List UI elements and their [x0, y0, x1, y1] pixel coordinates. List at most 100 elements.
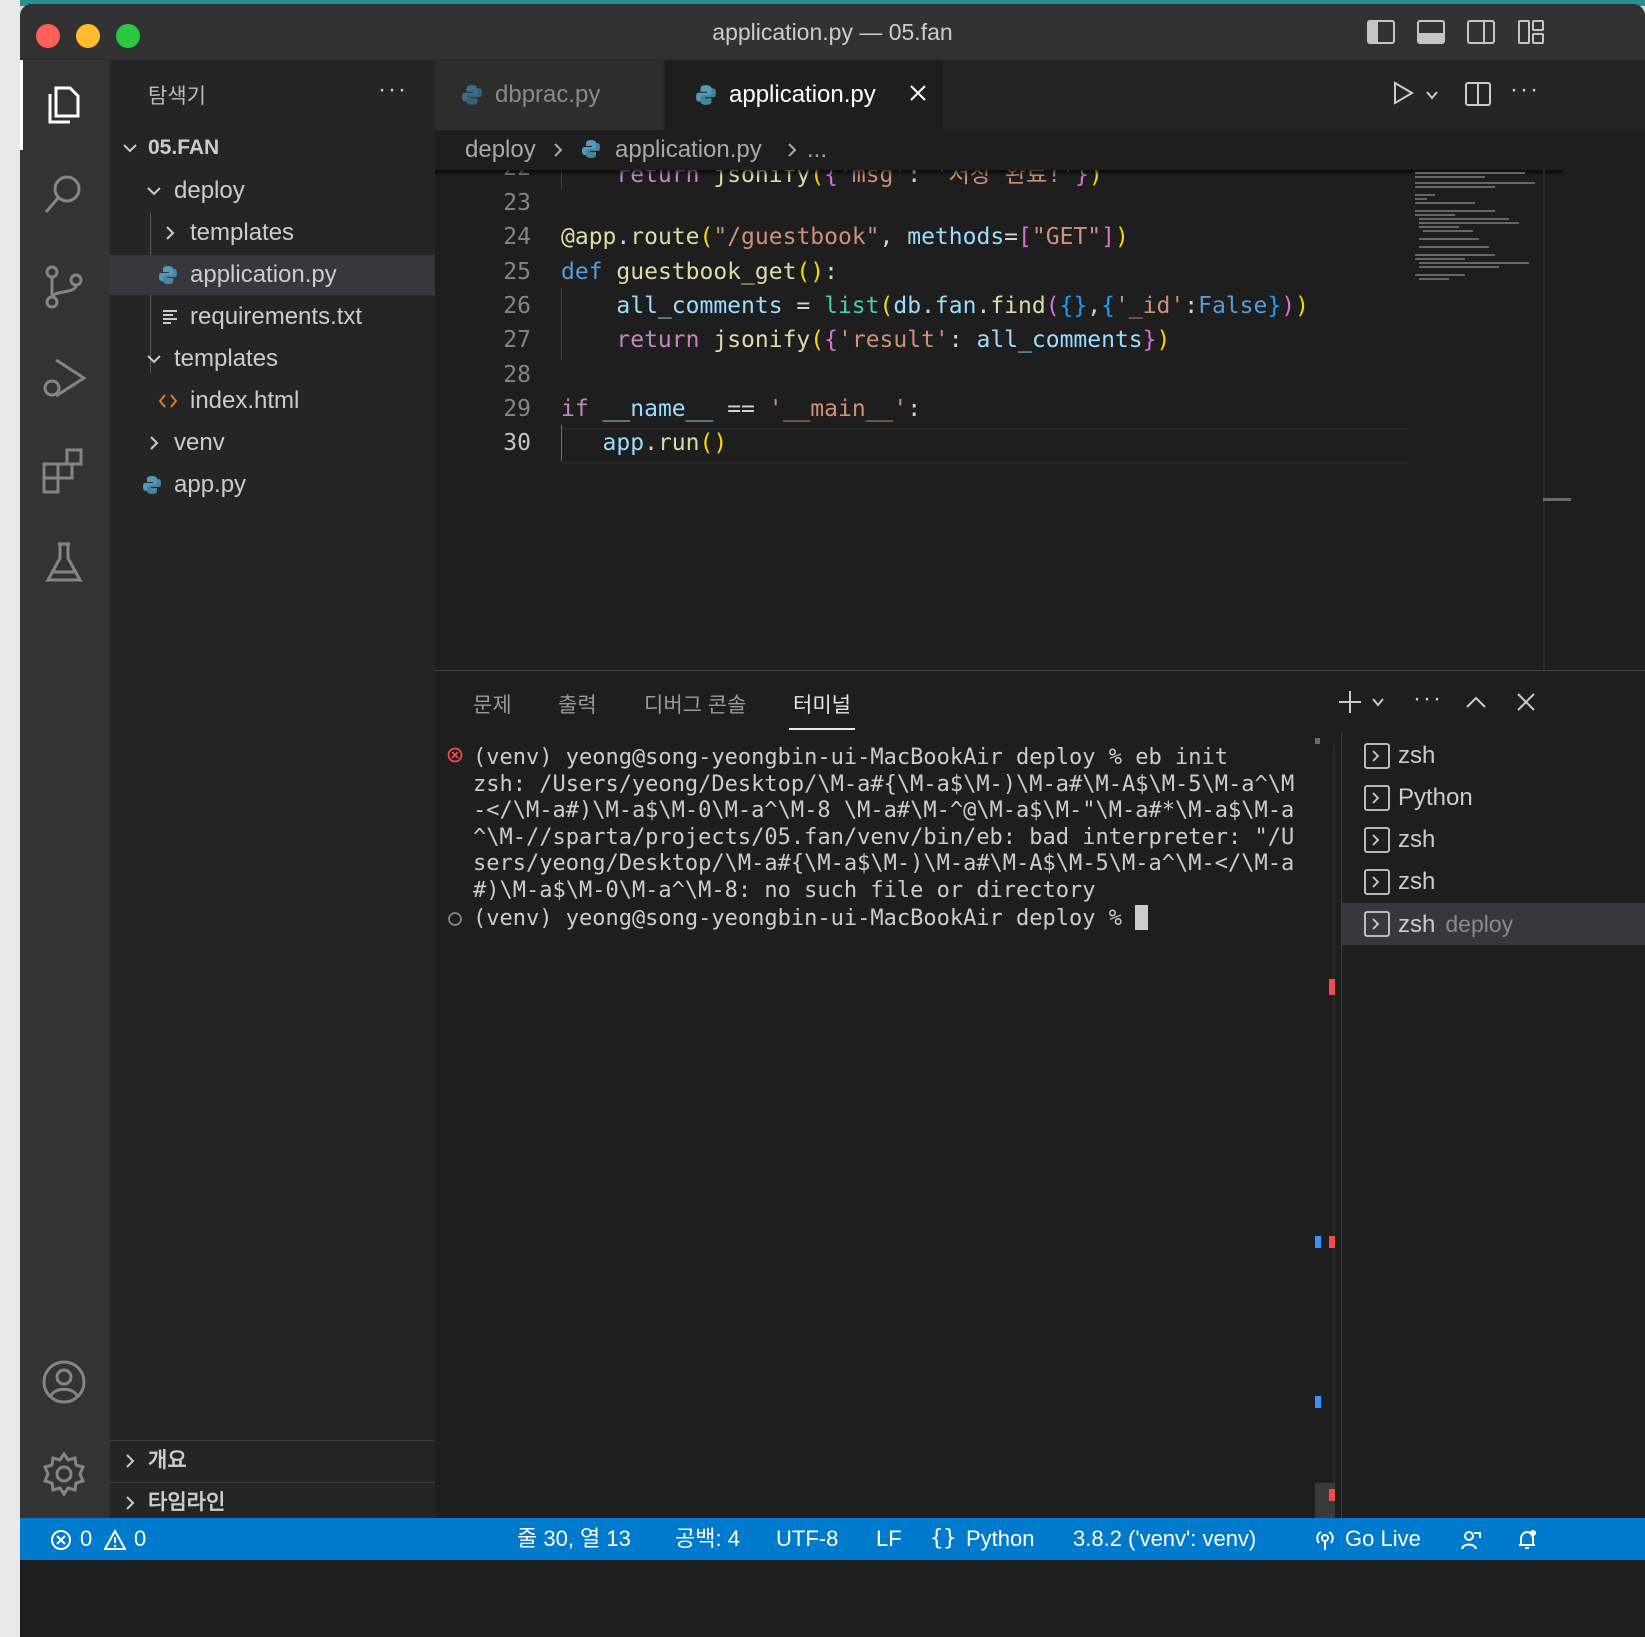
settings-gear-icon[interactable]	[40, 1450, 88, 1498]
close-panel-icon[interactable]	[1513, 689, 1539, 715]
tree-item-app-py[interactable]: app.py	[110, 465, 435, 505]
error-count[interactable]: 0	[80, 1518, 92, 1560]
tree-item-label: application.py	[190, 261, 337, 288]
terminal-line: #)\M-a$\M-0\M-a^\M-8: no such file or di…	[473, 878, 1096, 903]
tab-terminal[interactable]: 터미널	[793, 689, 851, 719]
active-view-indicator	[20, 60, 23, 150]
terminal-item-zsh-deploy[interactable]: zsh deploy	[1342, 903, 1645, 945]
tree-item-venv[interactable]: venv	[110, 423, 435, 463]
desktop-background-left	[0, 0, 20, 1637]
code-line: if __name__ == '__main__':	[561, 396, 922, 422]
search-icon[interactable]	[40, 170, 88, 218]
panel-more-actions-button[interactable]: ···	[1413, 685, 1443, 713]
terminal-line: -</\M-a#)\M-a$\M-0\M-a^\M-8 \M-a#\M-^@\M…	[473, 798, 1295, 824]
terminal-item-label: zsh	[1398, 826, 1436, 853]
tree-item-requirements-txt[interactable]: requirements.txt	[110, 297, 435, 337]
outline-section[interactable]: 개요	[110, 1440, 435, 1481]
terminal-item-zsh[interactable]: zsh	[1342, 861, 1645, 903]
feedback-icon[interactable]	[1460, 1529, 1482, 1551]
tab-output[interactable]: 출력	[558, 689, 597, 719]
tab-debug-console[interactable]: 디버그 콘솔	[644, 689, 746, 719]
tab-problems[interactable]: 문제	[473, 689, 512, 719]
warning-count[interactable]: 0	[134, 1518, 146, 1560]
notifications-bell-icon[interactable]	[1516, 1529, 1538, 1551]
customize-layout-icon[interactable]	[1516, 18, 1546, 46]
terminal-item-python[interactable]: Python	[1342, 777, 1645, 819]
tab-application-py[interactable]: application.py	[665, 60, 943, 130]
terminal-item-zsh[interactable]: zsh	[1342, 735, 1645, 777]
encoding[interactable]: UTF-8	[776, 1518, 838, 1560]
tree-item-application-py[interactable]: application.py	[110, 255, 435, 295]
account-icon[interactable]	[40, 1358, 88, 1406]
terminal-line: (venv) yeong@song-yeongbin-ui-MacBookAir…	[473, 745, 1228, 770]
chevron-down-icon[interactable]	[1425, 88, 1439, 102]
end-of-line[interactable]: LF	[876, 1518, 902, 1560]
testing-icon[interactable]	[40, 538, 88, 586]
chevron-right-icon	[166, 226, 175, 240]
error-icon[interactable]	[50, 1529, 72, 1551]
terminal-line: sers/yeong/Desktop/\M-a#{\M-a$\M-)\M-a#\…	[473, 851, 1295, 877]
run-debug-icon[interactable]	[40, 354, 88, 402]
tree-item-deploy[interactable]: deploy	[110, 171, 435, 211]
terminal-item-label: Python	[1398, 784, 1473, 811]
title-bar: application.py — 05.fan	[20, 4, 1645, 60]
terminal-icon	[1364, 827, 1390, 853]
tree-item-index-html[interactable]: index.html	[110, 381, 435, 421]
terminal-output[interactable]: (venv) yeong@song-yeongbin-ui-MacBookAir…	[473, 745, 1323, 984]
run-python-file-icon[interactable]	[1390, 80, 1416, 106]
editor-scrollbar[interactable]	[1543, 170, 1545, 670]
chevron-right-icon	[554, 143, 563, 157]
close-icon[interactable]	[907, 82, 929, 104]
tree-item-templates[interactable]: templates	[110, 339, 435, 379]
python-file-icon	[143, 476, 161, 494]
warning-icon[interactable]	[104, 1529, 126, 1551]
breadcrumb-folder[interactable]: deploy	[465, 130, 536, 170]
tree-item-templates[interactable]: templates	[110, 213, 435, 253]
braces-icon[interactable]: {}	[930, 1518, 957, 1560]
chevron-down-icon[interactable]	[1371, 695, 1385, 709]
timeline-section[interactable]: 타임라인	[110, 1482, 435, 1523]
line-number: 27	[503, 327, 531, 353]
editor-more-actions-button[interactable]: ···	[1510, 76, 1540, 104]
python-interpreter[interactable]: 3.8.2 ('venv': venv)	[1073, 1518, 1256, 1560]
scroll-marker	[1315, 738, 1320, 744]
toggle-primary-sidebar-icon[interactable]	[1366, 18, 1396, 46]
source-control-icon[interactable]	[40, 262, 88, 310]
toggle-panel-icon[interactable]	[1416, 18, 1446, 46]
tab-label: application.py	[729, 81, 876, 108]
breadcrumb-file[interactable]: application.py	[615, 130, 762, 170]
terminal-icon	[1364, 911, 1390, 937]
maximize-panel-icon[interactable]	[1463, 689, 1489, 715]
cursor-position[interactable]: 줄 30, 열 13	[517, 1518, 631, 1560]
tree-item-label: templates	[190, 219, 295, 246]
chevron-right-icon	[126, 1496, 135, 1510]
explorer-title: 탐색기	[148, 85, 206, 108]
new-terminal-icon[interactable]	[1337, 689, 1363, 715]
terminal-line: zsh: /Users/yeong/Desktop/\M-a#{\M-a$\M-…	[473, 771, 1295, 797]
toggle-secondary-sidebar-icon[interactable]	[1466, 18, 1496, 46]
chevron-down-icon	[147, 187, 161, 196]
minimap[interactable]	[1413, 170, 1549, 290]
extensions-icon[interactable]	[40, 446, 88, 494]
text-file-icon	[163, 310, 177, 324]
line-number: 29	[503, 396, 531, 422]
scrollbar-cursor-marker	[1543, 498, 1571, 501]
terminal-list: zsh Python zsh zsh zsh deploy	[1341, 733, 1645, 1593]
indentation[interactable]: 공백: 4	[675, 1518, 740, 1560]
html-file-icon	[158, 394, 178, 408]
tab-dbprac-py[interactable]: dbprac.py	[435, 60, 663, 130]
tree-item-label: templates	[174, 345, 279, 372]
tree-item-label: venv	[174, 429, 225, 456]
explorer-more-actions-button[interactable]: ···	[378, 76, 408, 104]
split-editor-icon[interactable]	[1464, 80, 1492, 108]
breadcrumb-symbol[interactable]: ...	[807, 130, 827, 170]
explorer-icon[interactable]	[40, 80, 88, 128]
code-line: app.run()	[602, 430, 728, 456]
terminal-item-cwd: deploy	[1445, 911, 1514, 937]
go-live-button[interactable]: Go Live	[1345, 1518, 1421, 1560]
broadcast-icon[interactable]	[1314, 1529, 1336, 1551]
terminal-item-zsh[interactable]: zsh	[1342, 819, 1645, 861]
language-mode[interactable]: Python	[966, 1518, 1035, 1560]
window-bottom-strip	[20, 1560, 1645, 1637]
workspace-root[interactable]: 05.FAN	[110, 128, 435, 168]
